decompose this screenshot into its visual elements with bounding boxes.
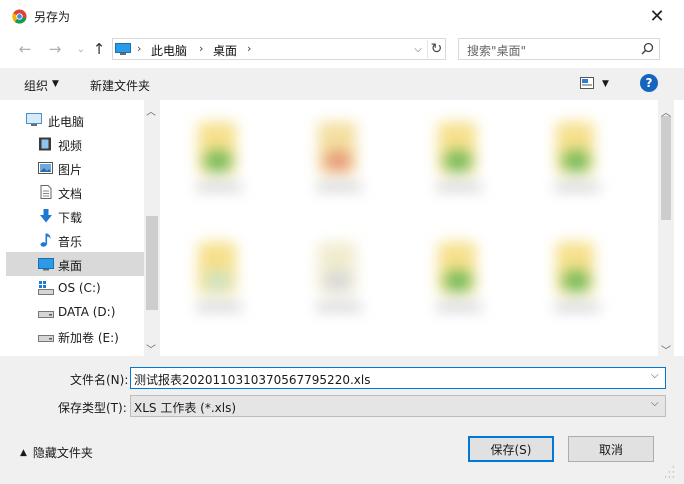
sidebar-item-this-pc[interactable]: 此电脑 [6, 108, 144, 132]
breadcrumb-this-pc[interactable]: 此电脑 [151, 42, 187, 59]
hide-folders-label: 隐藏文件夹 [32, 446, 93, 460]
music-icon [40, 233, 51, 247]
filetype-select[interactable]: XLS 工作表 (*.xls) ⌵ [130, 395, 666, 417]
up-button[interactable]: ↑ [90, 40, 108, 58]
file-list[interactable] [162, 100, 658, 356]
breadcrumb-separator: › [247, 42, 252, 55]
sidebar-item-new-volume-e[interactable]: 新加卷 (E:) [6, 324, 144, 348]
filename-value[interactable]: 测试报表2020110310370567795220.xls [134, 371, 370, 388]
new-folder-button[interactable]: 新建文件夹 [90, 77, 150, 94]
breadcrumb-separator: › [199, 42, 204, 55]
breadcrumb-separator: › [137, 42, 142, 55]
sidebar-item-label: 新加卷 (E:) [58, 331, 119, 345]
hide-folders-toggle[interactable]: ▲ 隐藏文件夹 [20, 444, 93, 461]
sidebar-item-data-d[interactable]: DATA (D:) [6, 300, 144, 324]
chevron-down-icon[interactable]: ⌵ [651, 370, 659, 381]
download-icon [40, 209, 52, 223]
file-item[interactable] [546, 238, 608, 314]
file-list-scrollbar-thumb[interactable] [661, 116, 671, 220]
cancel-button[interactable]: 取消 [568, 436, 654, 462]
caret-down-icon[interactable]: ▼ [52, 79, 59, 89]
sidebar-item-pictures[interactable]: 图片 [6, 156, 144, 180]
resize-grip-icon[interactable]: · ·· ··· [664, 464, 678, 483]
scroll-up-icon[interactable]: ︿ [661, 104, 671, 119]
sidebar-item-documents[interactable]: 文档 [6, 180, 144, 204]
picture-icon [38, 162, 53, 174]
file-item[interactable] [308, 238, 370, 314]
drive-icon [38, 311, 54, 318]
sidebar-item-label: 下载 [58, 211, 83, 225]
title-bar [0, 0, 684, 32]
search-icon[interactable] [639, 41, 655, 57]
file-item[interactable] [308, 118, 370, 194]
search-input[interactable]: 搜索"桌面" [467, 42, 526, 59]
sidebar-item-label: 音乐 [58, 235, 83, 249]
recent-dropdown-icon[interactable]: ⌄ [72, 40, 90, 58]
sidebar-scrollbar-thumb[interactable] [146, 216, 158, 310]
sidebar-item-videos[interactable]: 视频 [6, 132, 144, 156]
filename-label: 文件名(N): [70, 373, 129, 387]
filetype-value: XLS 工作表 (*.xls) [134, 401, 237, 415]
sidebar-item-label: 文档 [58, 187, 83, 201]
view-options-icon[interactable] [580, 77, 594, 89]
search-box[interactable]: 搜索"桌面" [458, 38, 660, 60]
breadcrumb-desktop[interactable]: 桌面 [213, 42, 237, 59]
back-button[interactable]: ← [16, 40, 34, 58]
sidebar-item-downloads[interactable]: 下载 [6, 204, 144, 228]
drive-icon [38, 335, 54, 342]
sidebar-item-label: OS (C:) [58, 281, 101, 295]
sidebar-item-label: 桌面 [58, 259, 83, 273]
organize-menu[interactable]: 组织 [24, 77, 48, 94]
sidebar-item-label: DATA (D:) [58, 305, 116, 319]
help-button[interactable]: ? [640, 74, 658, 92]
forward-button[interactable]: → [46, 40, 64, 58]
sidebar-item-os-c[interactable]: OS (C:) [6, 276, 144, 300]
computer-icon [115, 43, 131, 55]
navigation-pane: 此电脑 视频 图片 文档 下载 音乐 桌面 OS (C:) DATA (D:) … [6, 100, 160, 356]
close-button[interactable]: ✕ [642, 4, 672, 28]
file-item[interactable] [546, 118, 608, 194]
refresh-button[interactable]: ↻ [427, 40, 445, 58]
sidebar-item-label: 图片 [58, 163, 83, 177]
video-icon [39, 137, 51, 151]
file-item[interactable] [188, 238, 250, 314]
file-item[interactable] [428, 118, 490, 194]
filename-field[interactable]: 测试报表2020110310370567795220.xls ⌵ [130, 367, 666, 389]
document-icon [40, 185, 52, 199]
sidebar-item-label: 视频 [58, 139, 83, 153]
filetype-label: 保存类型(T): [58, 401, 127, 415]
scroll-down-icon[interactable]: ﹀ [661, 342, 671, 357]
sidebar-item-desktop[interactable]: 桌面 [6, 252, 144, 276]
caret-down-icon[interactable]: ▼ [602, 79, 609, 89]
address-dropdown-icon[interactable]: ⌵ [411, 40, 425, 58]
desktop-icon [38, 258, 54, 271]
address-bar[interactable]: › 此电脑 › 桌面 › ⌵ ↻ [112, 38, 446, 60]
scroll-up-icon[interactable]: ︿ [146, 103, 156, 118]
scroll-down-icon[interactable]: ﹀ [146, 341, 156, 356]
os-drive-icon [38, 281, 54, 295]
caret-up-icon: ▲ [20, 447, 27, 458]
sidebar-item-music[interactable]: 音乐 [6, 228, 144, 252]
file-item[interactable] [188, 118, 250, 194]
save-button[interactable]: 保存(S) [468, 436, 554, 462]
file-item[interactable] [428, 238, 490, 314]
window-title: 另存为 [34, 10, 71, 24]
chevron-down-icon[interactable]: ⌵ [651, 398, 659, 409]
computer-icon [26, 113, 42, 126]
chrome-app-icon [12, 9, 27, 24]
sidebar-item-label: 此电脑 [48, 115, 85, 129]
